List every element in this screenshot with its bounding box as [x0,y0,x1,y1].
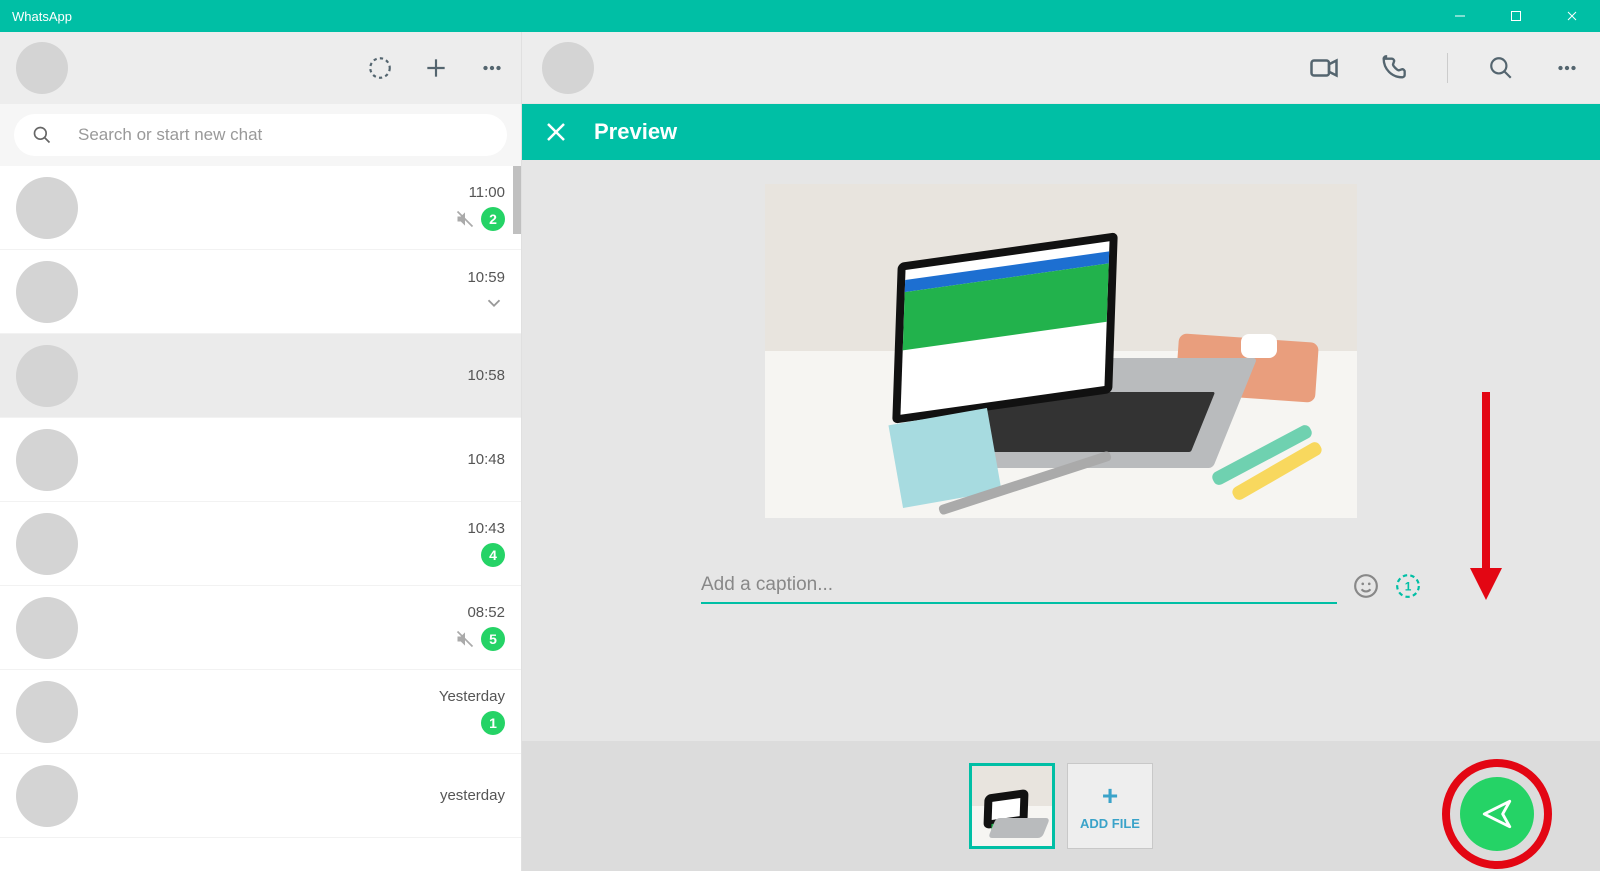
chat-item[interactable]: yesterday [0,754,521,838]
unread-badge: 4 [481,543,505,567]
attachment-strip: + ADD FILE [522,741,1600,871]
window-maximize-button[interactable] [1488,0,1544,32]
profile-avatar[interactable] [16,42,68,94]
search-box[interactable] [14,114,507,156]
divider [1447,53,1448,83]
unread-badge: 1 [481,711,505,735]
svg-text:1: 1 [1405,579,1412,593]
chat-list[interactable]: 11:00 2 10:59 [0,166,521,871]
new-chat-icon[interactable] [423,55,449,81]
chat-time: 08:52 [467,604,505,621]
caption-row: 1 [701,568,1421,604]
unread-badge: 5 [481,627,505,651]
video-call-icon[interactable] [1309,53,1339,83]
chat-avatar [16,765,78,827]
preview-image[interactable] [765,184,1357,518]
scrollbar-thumb[interactable] [513,166,521,234]
muted-icon [455,629,475,649]
chat-avatar [16,597,78,659]
add-file-button[interactable]: + ADD FILE [1067,763,1153,849]
chat-menu-dots-icon[interactable] [1554,55,1580,81]
close-preview-icon[interactable] [544,120,568,144]
view-once-icon[interactable]: 1 [1395,573,1421,599]
chat-avatar [16,513,78,575]
chat-list-panel: 11:00 2 10:59 [0,32,522,871]
preview-body: 1 [522,160,1600,741]
conversation-panel: Preview [522,32,1600,871]
voice-call-icon[interactable] [1379,54,1407,82]
window-minimize-button[interactable] [1432,0,1488,32]
chat-item[interactable]: 08:52 5 [0,586,521,670]
chat-time: Yesterday [439,688,505,705]
chat-item[interactable]: 10:43 4 [0,502,521,586]
right-header [522,32,1600,104]
chat-time: 10:43 [467,520,505,537]
chat-time: 10:59 [467,269,505,286]
search-bar [0,104,521,166]
chat-avatar [16,345,78,407]
search-in-chat-icon[interactable] [1488,55,1514,81]
attachment-thumbnail[interactable] [969,763,1055,849]
window-titlebar: WhatsApp [0,0,1600,32]
plus-icon: + [1102,782,1118,810]
search-icon [32,125,52,145]
chat-item[interactable]: 10:58 [0,334,521,418]
left-header [0,32,521,104]
window-title: WhatsApp [12,9,72,24]
chat-avatar [16,177,78,239]
chevron-down-icon [483,292,505,314]
window-close-button[interactable] [1544,0,1600,32]
chat-time: 10:48 [467,451,505,468]
chat-item[interactable]: 10:59 [0,250,521,334]
menu-dots-icon[interactable] [479,55,505,81]
chat-time: 10:58 [467,367,505,384]
caption-input[interactable] [701,574,1337,596]
status-icon[interactable] [367,55,393,81]
chat-time: yesterday [440,787,505,804]
contact-avatar[interactable] [542,42,594,94]
chat-item[interactable]: 10:48 [0,418,521,502]
preview-bar: Preview [522,104,1600,160]
chat-avatar [16,261,78,323]
add-file-label: ADD FILE [1080,816,1140,831]
chat-item[interactable]: Yesterday 1 [0,670,521,754]
chat-avatar [16,681,78,743]
chat-item[interactable]: 11:00 2 [0,166,521,250]
search-input[interactable] [78,125,489,145]
preview-title: Preview [594,119,677,145]
muted-icon [455,209,475,229]
emoji-icon[interactable] [1353,573,1379,599]
send-button[interactable] [1460,777,1534,851]
chat-avatar [16,429,78,491]
chat-time: 11:00 [469,184,505,201]
unread-badge: 2 [481,207,505,231]
